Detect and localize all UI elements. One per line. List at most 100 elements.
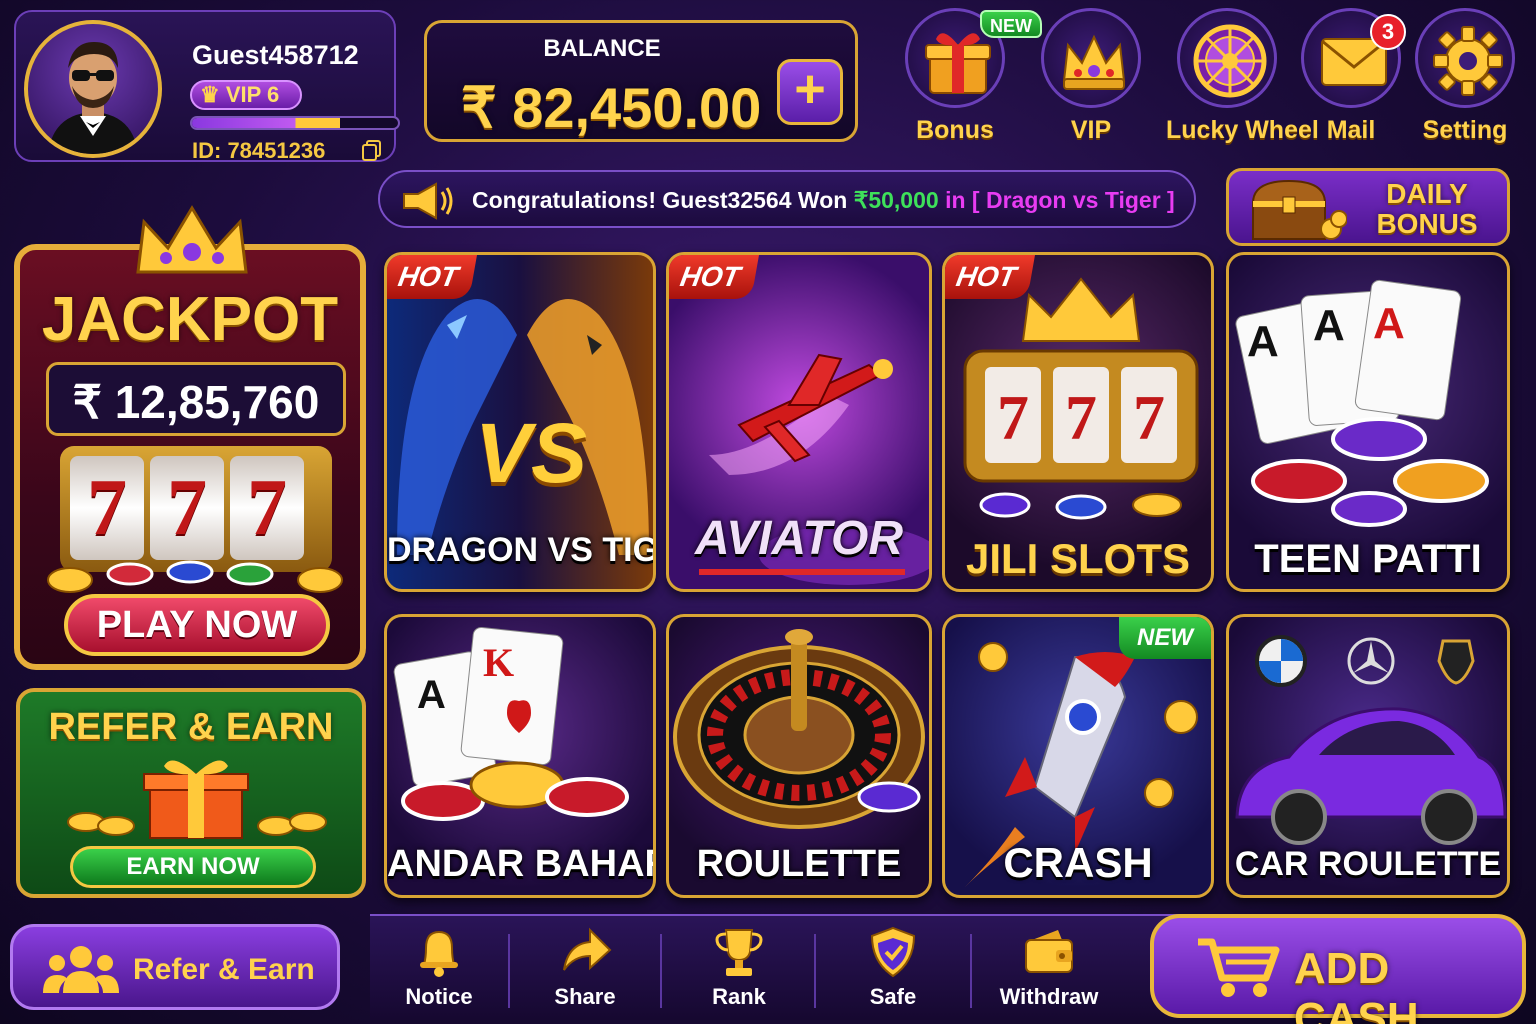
crown-icon bbox=[1062, 34, 1126, 90]
vip-label: VIP bbox=[1070, 116, 1112, 144]
jackpot-title: JACKPOT bbox=[41, 285, 339, 354]
slot-reel: 7 bbox=[1065, 382, 1097, 453]
game-name: AVIATOR bbox=[694, 512, 903, 565]
earn-now-button[interactable]: EARN NOW bbox=[70, 846, 316, 888]
vip-level-badge[interactable]: ♛ VIP 6 bbox=[190, 80, 302, 110]
shopping-cart-icon bbox=[1198, 938, 1280, 997]
game-name: CRASH bbox=[1003, 839, 1153, 886]
vip-progress-fill bbox=[192, 118, 341, 128]
game-name: JILI SLOTS bbox=[965, 535, 1191, 582]
daily-bonus-button[interactable]: DAILY BONUS bbox=[1226, 168, 1510, 246]
vs-text: VS bbox=[475, 406, 588, 500]
crown-icon bbox=[136, 205, 248, 274]
game-tile-dragon-vs-tiger[interactable]: VS HOT DRAGON VS TIGER bbox=[384, 252, 656, 592]
game-name: TEEN PATTI bbox=[1254, 537, 1482, 581]
game-tile-roulette[interactable]: ROULETTE bbox=[666, 614, 932, 898]
slot-reel: 7 bbox=[230, 456, 304, 560]
game-tile-jili-slots[interactable]: 7 7 7 HOT JILI SLOTS bbox=[942, 252, 1214, 592]
balance-label: BALANCE bbox=[543, 35, 661, 62]
slot-reel: 7 bbox=[70, 456, 144, 560]
card-rank: K bbox=[483, 640, 515, 685]
nav-divider bbox=[508, 934, 510, 1008]
bonus-label: Bonus bbox=[916, 116, 994, 144]
jackpot-card[interactable]: JACKPOT ₹ 12,85,760 7 7 7 PLAY NOW bbox=[14, 205, 366, 670]
nav-divider bbox=[814, 934, 816, 1008]
avatar[interactable] bbox=[24, 20, 162, 158]
gear-icon bbox=[1433, 26, 1503, 96]
nav-safe-label: Safe bbox=[869, 984, 917, 1009]
game-name: ROULETTE bbox=[696, 843, 902, 885]
daily-bonus-line2: BONUS bbox=[1376, 208, 1478, 239]
ticker-game: [ Dragon vs Tiger ] bbox=[971, 187, 1175, 213]
card-rank: A bbox=[1313, 301, 1345, 350]
game-name: DRAGON VS TIGER bbox=[387, 531, 653, 569]
coins-and-chips-decoration bbox=[47, 560, 343, 593]
hot-badge: HOT bbox=[945, 255, 1035, 299]
slot-reel: 7 bbox=[1133, 382, 1165, 453]
nav-share-label: Share bbox=[554, 984, 616, 1009]
game-tile-car-roulette[interactable]: CAR ROULETTE bbox=[1226, 614, 1510, 898]
lucky-wheel-label: Lucky Wheel bbox=[1166, 116, 1319, 144]
vip-button[interactable]: VIP bbox=[1030, 8, 1152, 150]
card-rank: A bbox=[417, 673, 446, 717]
game-name: CAR ROULETTE bbox=[1234, 845, 1502, 883]
mail-unread-count: 3 bbox=[1370, 14, 1406, 50]
refer-earn-label: Refer & Earn bbox=[133, 953, 315, 986]
jackpot-amount-box: ₹ 12,85,760 bbox=[46, 362, 346, 436]
wheel-icon bbox=[1193, 24, 1267, 98]
ticker-prefix: Congratulations! Guest32564 Won bbox=[472, 187, 854, 213]
balance-panel: BALANCE ₹ 82,450.00 + bbox=[424, 20, 858, 142]
game-tile-teen-patti[interactable]: A A A TEEN PATTI bbox=[1226, 252, 1510, 592]
add-cash-label: ADD CASH bbox=[1294, 944, 1419, 1024]
shield-icon bbox=[870, 926, 916, 978]
gift-with-coins-icon bbox=[67, 760, 327, 839]
setting-label: Setting bbox=[1422, 116, 1508, 144]
nav-withdraw[interactable]: Withdraw bbox=[994, 924, 1104, 1018]
megaphone-icon bbox=[403, 182, 453, 220]
nav-notice[interactable]: Notice bbox=[384, 924, 494, 1018]
refer-earn-button[interactable]: Refer & Earn bbox=[10, 924, 340, 1010]
slot-reel: 7 bbox=[997, 382, 1029, 453]
winner-ticker: Congratulations! Guest32564 Won ₹50,000 … bbox=[378, 170, 1196, 228]
daily-bonus-label: DAILY BONUS bbox=[1357, 179, 1497, 239]
nav-share[interactable]: Share bbox=[530, 924, 640, 1018]
game-tile-aviator[interactable]: HOT AVIATOR bbox=[666, 252, 932, 592]
add-balance-button[interactable]: + bbox=[777, 59, 843, 125]
card-rank: A bbox=[1373, 299, 1405, 348]
username: Guest458712 bbox=[192, 40, 359, 70]
lucky-wheel-button[interactable]: Lucky Wheel bbox=[1166, 8, 1319, 150]
new-badge: NEW bbox=[1119, 617, 1211, 659]
hot-badge: HOT bbox=[669, 255, 759, 299]
card-rank: A bbox=[1247, 317, 1279, 366]
profile-card[interactable]: Guest458712 ♛ VIP 6 ID: 78451236 bbox=[14, 10, 400, 163]
refer-earn-title: REFER & EARN bbox=[48, 706, 334, 748]
avatar-portrait bbox=[48, 42, 138, 154]
play-now-button[interactable]: PLAY NOW bbox=[64, 594, 330, 656]
game-tile-andar-bahar[interactable]: A K ANDAR BAHAR bbox=[384, 614, 656, 898]
bell-icon bbox=[420, 930, 458, 977]
mail-label: Mail bbox=[1326, 116, 1376, 144]
setting-button[interactable]: Setting bbox=[1404, 8, 1526, 150]
aviator-underline bbox=[699, 569, 905, 575]
share-arrow-icon bbox=[563, 927, 612, 971]
vip-progress-bar bbox=[190, 116, 400, 130]
game-name: ANDAR BAHAR bbox=[387, 843, 656, 885]
ticker-in: in bbox=[938, 187, 972, 213]
slot-reel: 7 bbox=[150, 456, 224, 560]
nav-rank[interactable]: Rank bbox=[684, 924, 794, 1018]
nav-safe[interactable]: Safe bbox=[838, 924, 948, 1018]
nav-withdraw-label: Withdraw bbox=[999, 984, 1099, 1009]
daily-bonus-line1: DAILY bbox=[1386, 178, 1468, 209]
crown-icon: ♛ bbox=[200, 82, 220, 107]
game-tile-crash[interactable]: NEW CRASH bbox=[942, 614, 1214, 898]
add-cash-button[interactable]: ADD CASH bbox=[1150, 914, 1526, 1024]
vip-level-label: VIP 6 bbox=[225, 82, 280, 107]
wallet-icon bbox=[1025, 930, 1073, 973]
ticker-message: Congratulations! Guest32564 Won ₹50,000 … bbox=[472, 187, 1175, 214]
user-id: ID: 78451236 bbox=[192, 138, 326, 163]
nav-notice-label: Notice bbox=[405, 984, 473, 1009]
trophy-icon bbox=[715, 929, 763, 976]
copy-icon[interactable] bbox=[362, 140, 382, 162]
refer-earn-card[interactable]: REFER & EARN EARN NOW bbox=[16, 688, 366, 898]
balance-amount: ₹ 82,450.00 bbox=[461, 76, 762, 139]
